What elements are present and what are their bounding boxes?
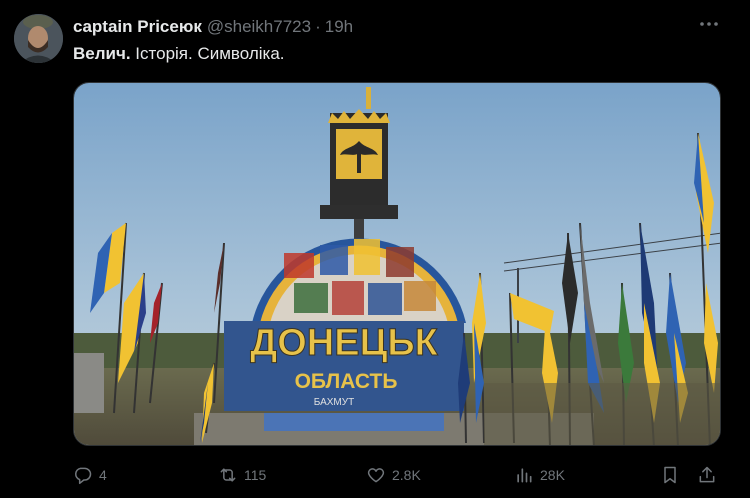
reply-count: 4 xyxy=(99,467,107,483)
sign-line-1: ДОНЕЦЬК xyxy=(250,322,438,364)
like-button[interactable]: 2.8K xyxy=(366,462,421,488)
views-count: 28K xyxy=(540,467,565,483)
views-button[interactable]: 28K xyxy=(514,462,565,488)
avatar-image xyxy=(14,14,63,63)
post-text: Велич. Історія. Символіка. xyxy=(73,44,285,64)
bookmark-icon xyxy=(664,466,676,484)
display-name[interactable]: captain Prісеюк xyxy=(73,17,202,37)
donetsk-sign-photo: ДОНЕЦЬК ОБЛАСТЬ БАХМУТ xyxy=(74,83,720,445)
sign-line-2: ОБЛАСТЬ xyxy=(295,370,398,393)
user-handle[interactable]: @sheikh7723 xyxy=(207,17,311,37)
post-header: captain Prісеюк @sheikh7723 · 19h xyxy=(73,16,730,38)
reply-icon xyxy=(75,467,92,485)
more-icon[interactable] xyxy=(698,13,720,35)
like-count: 2.8K xyxy=(392,467,421,483)
post-text-rest: Історія. Символіка. xyxy=(130,44,285,63)
avatar[interactable] xyxy=(14,14,63,63)
repost-icon xyxy=(220,468,236,482)
like-icon xyxy=(367,468,385,483)
sign-line-3: БАХМУТ xyxy=(314,397,354,408)
post-photo[interactable]: ДОНЕЦЬК ОБЛАСТЬ БАХМУТ xyxy=(73,82,721,446)
post-time[interactable]: 19h xyxy=(325,17,353,37)
views-icon xyxy=(517,468,532,483)
separator-dot: · xyxy=(315,17,321,36)
repost-button[interactable]: 115 xyxy=(218,462,266,488)
repost-count: 115 xyxy=(244,467,267,483)
bookmark-button[interactable] xyxy=(660,462,686,488)
share-button[interactable] xyxy=(697,462,723,488)
post-text-bold: Велич. xyxy=(73,44,131,63)
share-icon xyxy=(699,466,715,483)
reply-button[interactable]: 4 xyxy=(73,462,107,488)
post-actions: 4 115 2.8K 28K xyxy=(73,462,723,488)
